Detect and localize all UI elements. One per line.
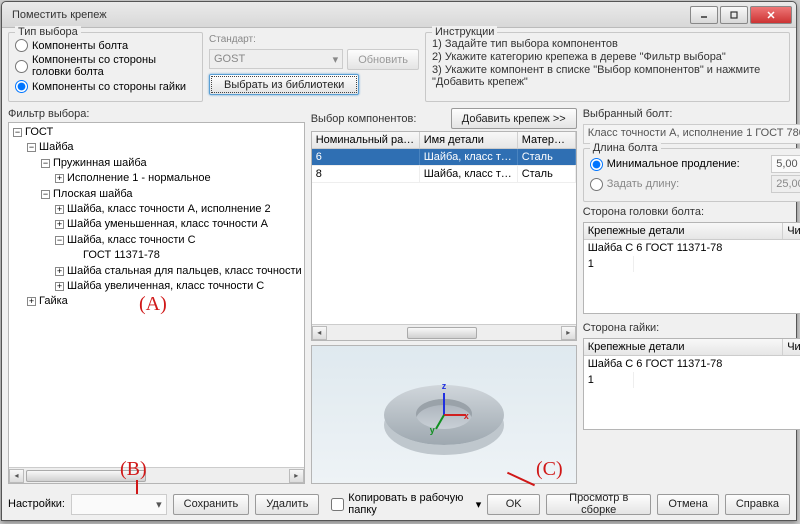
select-from-library-button[interactable]: Выбрать из библиотеки — [209, 74, 359, 95]
cancel-button[interactable]: Отмена — [657, 494, 718, 515]
tree-node-flat-a2[interactable]: Шайба, класс точности A, исполнение 2 — [67, 203, 271, 215]
dialog-window: Поместить крепеж Тип выбора Компоненты б… — [1, 1, 797, 521]
radio-head-side[interactable]: Компоненты со стороны головки болта — [15, 54, 196, 78]
table-row[interactable]: 8 Шайба, класс точ... Сталь — [312, 166, 576, 183]
tree-toggle[interactable]: + — [55, 174, 64, 183]
radio-nut-side[interactable]: Компоненты со стороны гайки — [15, 80, 196, 93]
tree-toggle[interactable]: − — [41, 190, 50, 199]
components-label: Выбор компонентов: — [311, 113, 417, 125]
tree-node-root[interactable]: ГОСТ — [25, 126, 53, 138]
standard-area: Стандарт: GOST▾ Обновить Выбрать из библ… — [209, 32, 419, 102]
radio-set-length[interactable] — [590, 178, 603, 191]
table-row[interactable]: Шайба C 6 ГОСТ 11371-781 — [584, 240, 800, 272]
components-table: Номинальный размер Имя детали Материал 6… — [311, 131, 577, 341]
tree-node-nut[interactable]: Гайка — [39, 295, 68, 307]
head-side-table: Крепежные деталиЧисло Шайба C 6 ГОСТ 113… — [583, 222, 800, 314]
tree-toggle[interactable]: + — [27, 297, 36, 306]
settings-label: Настройки: — [8, 498, 65, 510]
selected-bolt-label: Выбранный болт: — [583, 108, 800, 120]
table-row[interactable]: Шайба C 6 ГОСТ 11371-781 — [584, 356, 800, 388]
preview-pane[interactable]: z x y — [311, 345, 577, 484]
bottom-bar: Настройки: ▾ Сохранить Удалить Копироват… — [8, 488, 790, 516]
chevron-down-icon: ▾ — [333, 53, 339, 66]
instructions-group: Инструкции 1) Задайте тип выбора компоне… — [425, 32, 790, 102]
tree-scroll-h[interactable]: ◂▸ — [9, 467, 304, 483]
close-button[interactable] — [750, 6, 792, 24]
tree-node-gost-11371[interactable]: ГОСТ 11371-78 — [83, 249, 160, 261]
bolt-length-group: Длина болта Минимальное продление: 5,00 … — [583, 148, 800, 202]
bolt-length-legend: Длина болта — [590, 142, 661, 154]
standard-label: Стандарт: — [209, 34, 419, 45]
maximize-button[interactable] — [720, 6, 748, 24]
chevron-down-icon: ▾ — [156, 498, 162, 511]
col-count[interactable]: Число — [783, 339, 800, 355]
tree-node-washer[interactable]: Шайба — [39, 141, 74, 153]
min-ext-label: Минимальное продление: — [607, 158, 768, 170]
set-len-combo[interactable]: 25,00 мм▾ — [771, 175, 800, 193]
nut-side-table: Крепежные деталиЧисло Шайба C 6 ГОСТ 113… — [583, 338, 800, 430]
filter-label: Фильтр выбора: — [8, 108, 305, 120]
tree-body[interactable]: −ГОСТ −Шайба −Пружинная шайба +Исполнени… — [9, 123, 304, 467]
tree-node-flat-washer[interactable]: Плоская шайба — [53, 188, 133, 200]
col-material[interactable]: Материал — [518, 132, 576, 148]
tree-node-flat-c[interactable]: Шайба, класс точности C — [67, 234, 196, 246]
min-ext-combo[interactable]: 5,00 мм▾ — [771, 155, 800, 173]
instruction-line: 2) Укажите категорию крепежа в дереве "Ф… — [432, 51, 783, 63]
col-parts[interactable]: Крепежные детали — [584, 339, 784, 355]
col-size[interactable]: Номинальный размер — [312, 132, 420, 148]
selected-bolt-value: Класс точности A, исполнение 1 ГОСТ 7805… — [583, 124, 800, 144]
tree-node-enlarged-c[interactable]: Шайба увеличенная, класс точности C — [67, 280, 264, 292]
instructions-legend: Инструкции — [432, 26, 497, 38]
titlebar[interactable]: Поместить крепеж — [2, 2, 796, 28]
delete-button[interactable]: Удалить — [255, 494, 319, 515]
tree-toggle[interactable]: + — [55, 220, 64, 229]
minimize-button[interactable] — [690, 6, 718, 24]
head-side-label: Сторона головки болта: — [583, 206, 800, 218]
components-scroll-h[interactable]: ◂▸ — [312, 324, 576, 340]
radio-min-extension[interactable] — [590, 158, 603, 171]
table-row[interactable]: 6 Шайба, класс точ... Сталь — [312, 149, 576, 166]
standard-combo[interactable]: GOST▾ — [209, 49, 343, 69]
copy-to-folder-checkbox[interactable]: Копировать в рабочую папку▾ — [331, 492, 481, 516]
tree-node-spring-exec1[interactable]: Исполнение 1 - нормальное — [67, 172, 211, 184]
tree-toggle[interactable]: − — [13, 128, 22, 137]
instruction-line: 3) Укажите компонент в списке "Выбор ком… — [432, 64, 783, 88]
tree-node-reduced-a[interactable]: Шайба уменьшенная, класс точности A — [67, 218, 268, 230]
tree-toggle[interactable]: − — [55, 236, 64, 245]
tree-toggle[interactable]: − — [41, 159, 50, 168]
window-title: Поместить крепеж — [6, 9, 688, 21]
add-fastener-button[interactable]: Добавить крепеж >> — [451, 108, 577, 129]
settings-combo[interactable]: ▾ — [71, 494, 167, 515]
set-len-label: Задать длину: — [607, 178, 768, 190]
tree-toggle[interactable]: + — [55, 205, 64, 214]
table-header: Номинальный размер Имя детали Материал — [312, 132, 576, 149]
chevron-down-icon: ▾ — [476, 498, 482, 511]
save-button[interactable]: Сохранить — [173, 494, 250, 515]
tree-toggle[interactable]: + — [55, 282, 64, 291]
refresh-button[interactable]: Обновить — [347, 49, 419, 70]
col-parts[interactable]: Крепежные детали — [584, 223, 784, 239]
table-body: 6 Шайба, класс точ... Сталь 8 Шайба, кла… — [312, 149, 576, 183]
assembly-view-button[interactable]: Просмотр в сборке — [546, 494, 651, 515]
radio-bolt-components[interactable]: Компоненты болта — [15, 39, 196, 52]
tree-node-steel-finger[interactable]: Шайба стальная для пальцев, класс точнос… — [67, 265, 302, 277]
filter-tree: −ГОСТ −Шайба −Пружинная шайба +Исполнени… — [8, 122, 305, 484]
tree-toggle[interactable]: + — [55, 267, 64, 276]
help-button[interactable]: Справка — [725, 494, 790, 515]
col-name[interactable]: Имя детали — [420, 132, 518, 148]
selection-type-legend: Тип выбора — [15, 26, 81, 38]
tree-toggle[interactable]: − — [27, 143, 36, 152]
nut-side-label: Сторона гайки: — [583, 322, 800, 334]
selection-type-group: Тип выбора Компоненты болта Компоненты с… — [8, 32, 203, 102]
tree-node-spring-washer[interactable]: Пружинная шайба — [53, 157, 147, 169]
col-count[interactable]: Число — [783, 223, 800, 239]
ok-button[interactable]: OK — [487, 494, 540, 515]
instruction-line: 1) Задайте тип выбора компонентов — [432, 38, 783, 50]
